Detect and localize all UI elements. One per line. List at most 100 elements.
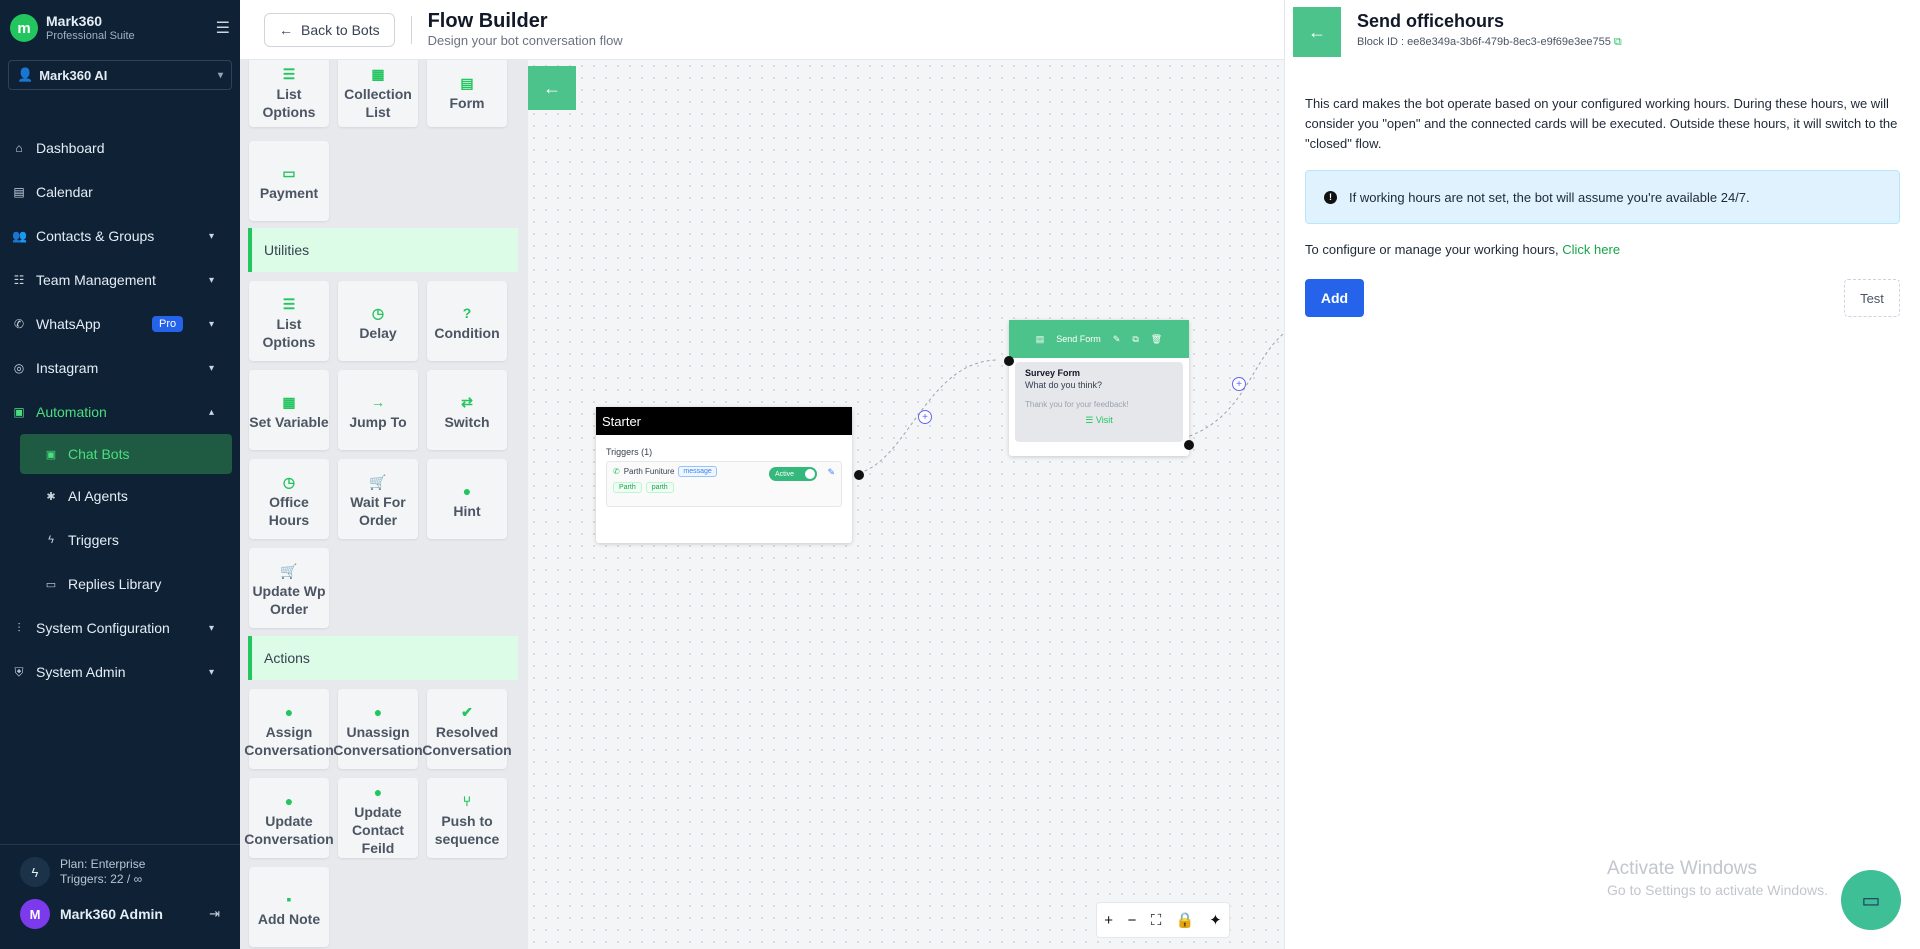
tile-set-variable[interactable]: ▦ Set Variable (249, 370, 329, 450)
nav-system-admin[interactable]: ⛨ System Admin ▾ (0, 650, 240, 694)
nav-contacts-groups[interactable]: 👥 Contacts & Groups ▾ (0, 214, 240, 258)
chevron-up-icon: ▴ (208, 406, 214, 418)
nav-system-configuration[interactable]: ⫶ System Configuration ▾ (0, 606, 240, 650)
instagram-icon: ◎ (13, 361, 25, 375)
send-form-node-title: Send Form (1056, 334, 1101, 344)
zoom-out-icon[interactable]: − (1128, 912, 1137, 929)
nav-ai-agents[interactable]: ✱ AI Agents (0, 474, 240, 518)
credit-card-icon: ▭ (282, 165, 296, 181)
add-node-button[interactable]: + (918, 410, 932, 424)
trigger-item[interactable]: ✆ Parth Funiture message Parth parth Act… (606, 461, 842, 507)
trigger-type-tag: message (678, 466, 717, 477)
user-profile[interactable]: M Mark360 Admin ⇥ (20, 899, 220, 929)
workspace-name: Mark360 AI (39, 67, 108, 83)
tile-jump-to[interactable]: → Jump To (338, 370, 418, 450)
magic-wand-icon[interactable]: ✦ (1209, 911, 1222, 929)
chat-support-button[interactable]: ▭ (1841, 870, 1901, 930)
nav-replies-library[interactable]: ▭ Replies Library (0, 562, 240, 606)
nav-label: Contacts & Groups (36, 228, 155, 244)
tile-label: Collection List (344, 85, 412, 120)
back-to-bots-button[interactable]: ← Back to Bots (264, 12, 395, 47)
block-settings-panel: ← Send officehours Block ID : ee8e349a-3… (1284, 0, 1920, 949)
hamburger-menu-icon[interactable]: ☰ (216, 18, 230, 38)
nav-label: Dashboard (36, 140, 105, 156)
tile-form[interactable]: ▤ Form (427, 60, 507, 127)
watermark-subtitle: Go to Settings to activate Windows. (1607, 882, 1828, 898)
tile-hint[interactable]: ● Hint (427, 459, 507, 539)
starter-node[interactable]: Starter Triggers (1) ✆ Parth Funiture me… (596, 407, 852, 543)
form-title: Survey Form (1025, 368, 1081, 378)
chevron-down-icon: ▾ (208, 666, 214, 678)
lock-icon[interactable]: 🔒 (1176, 911, 1195, 929)
tile-label: Payment (259, 185, 319, 201)
nav-calendar[interactable]: ▤ Calendar (0, 170, 240, 214)
workspace-selector[interactable]: 👤 Mark360 AI ▾ (8, 60, 232, 90)
form-icon: ▤ (1035, 333, 1045, 344)
nav-chat-bots[interactable]: ▣ Chat Bots (20, 434, 232, 474)
arrow-left-icon: ← (1308, 21, 1326, 42)
copy-icon[interactable]: ⧉ (1132, 334, 1138, 345)
tile-label: Wait For Order (350, 494, 406, 528)
cart-icon: 🛒 (280, 563, 298, 579)
tile-switch[interactable]: ⇄ Switch (427, 370, 507, 450)
pro-badge: Pro (152, 316, 184, 332)
tile-label: Jump To (349, 414, 407, 430)
tile-push-to-sequence[interactable]: ⑂ Push to sequence (427, 778, 507, 858)
starter-output-handle[interactable] (854, 470, 864, 480)
fit-view-icon[interactable]: ⛶ (1151, 912, 1162, 929)
trash-icon[interactable]: 🗑 (1151, 334, 1162, 345)
tile-office-hours[interactable]: ◷ Office Hours (249, 459, 329, 539)
swap-icon: ⇄ (461, 394, 473, 410)
list-icon: ☰ (282, 296, 296, 312)
chevron-down-icon: ▾ (208, 230, 214, 242)
add-node-button[interactable]: + (1232, 377, 1246, 391)
arrow-left-icon: ← (279, 21, 293, 38)
nav-dashboard[interactable]: ⌂ Dashboard (0, 126, 240, 170)
click-here-link[interactable]: Click here (1562, 242, 1620, 257)
edit-icon[interactable]: ✎ (1113, 334, 1121, 345)
tile-payment[interactable]: ▭ Payment (249, 141, 329, 221)
nav-whatsapp[interactable]: ✆ WhatsApp Pro ▾ (0, 302, 240, 346)
users-icon: 👥 (12, 229, 27, 243)
copy-icon[interactable]: ⧉ (1614, 36, 1622, 48)
test-button[interactable]: Test (1844, 279, 1900, 317)
send-form-node[interactable]: ▤ Send Form ✎ ⧉ 🗑 Survey Form What do yo… (1009, 320, 1189, 456)
form-output-handle[interactable] (1184, 440, 1194, 450)
tile-update-conversation[interactable]: ● Update Conversation (244, 778, 334, 858)
tile-delay[interactable]: ◷ Delay (338, 281, 418, 361)
add-button[interactable]: Add (1305, 279, 1364, 317)
flow-canvas[interactable]: ← + + Starter Triggers (1) ✆ Parth Funit… (528, 60, 1284, 949)
nav-triggers[interactable]: ϟ Triggers (0, 518, 240, 562)
tile-update-contact-field[interactable]: ● Update Contact Feild (338, 778, 418, 858)
tile-assign-conversation[interactable]: ● Assign Conversation (244, 689, 334, 769)
tile-list-options[interactable]: ☰ List Options (249, 60, 329, 127)
user-minus-icon: ● (373, 704, 383, 720)
edit-icon[interactable]: ✎ (827, 467, 835, 478)
tile-condition[interactable]: ? Condition (427, 281, 507, 361)
tile-unassign-conversation[interactable]: ● Unassign Conversation (333, 689, 423, 769)
tile-collection-list[interactable]: ▦ Collection List (338, 60, 418, 127)
close-panel-button[interactable]: ← (1293, 7, 1341, 57)
form-visit-link[interactable]: ☰ Visit (1025, 415, 1173, 426)
chevron-down-icon: ▾ (208, 362, 214, 374)
tile-resolved-conversation[interactable]: ✔ Resolved Conversation (422, 689, 512, 769)
logout-icon[interactable]: ⇥ (209, 906, 220, 922)
nav-instagram[interactable]: ◎ Instagram ▾ (0, 346, 240, 390)
tile-wait-for-order[interactable]: 🛒 Wait For Order (338, 459, 418, 539)
tile-add-note[interactable]: ▪ Add Note (249, 867, 329, 947)
team-icon: ☷ (13, 273, 25, 287)
tile-label: Switch (444, 414, 490, 430)
form-input-handle[interactable] (1004, 356, 1014, 366)
zoom-controls: + − ⛶ 🔒 ✦ (1096, 902, 1230, 938)
page-subtitle: Design your bot conversation flow (427, 32, 623, 48)
trigger-active-toggle[interactable]: Active (769, 467, 817, 481)
tile-update-wp-order[interactable]: 🛒 Update Wp Order (249, 548, 329, 628)
nav-automation[interactable]: ▣ Automation ▴ (0, 390, 240, 434)
nav-label: Triggers (68, 532, 119, 548)
whatsapp-icon: ✆ (13, 317, 25, 331)
zoom-in-icon[interactable]: + (1104, 912, 1113, 929)
avatar: M (20, 899, 50, 929)
nav-team-management[interactable]: ☷ Team Management ▾ (0, 258, 240, 302)
brand-logo: m (10, 14, 38, 42)
tile-list-options[interactable]: ☰ List Options (249, 281, 329, 361)
